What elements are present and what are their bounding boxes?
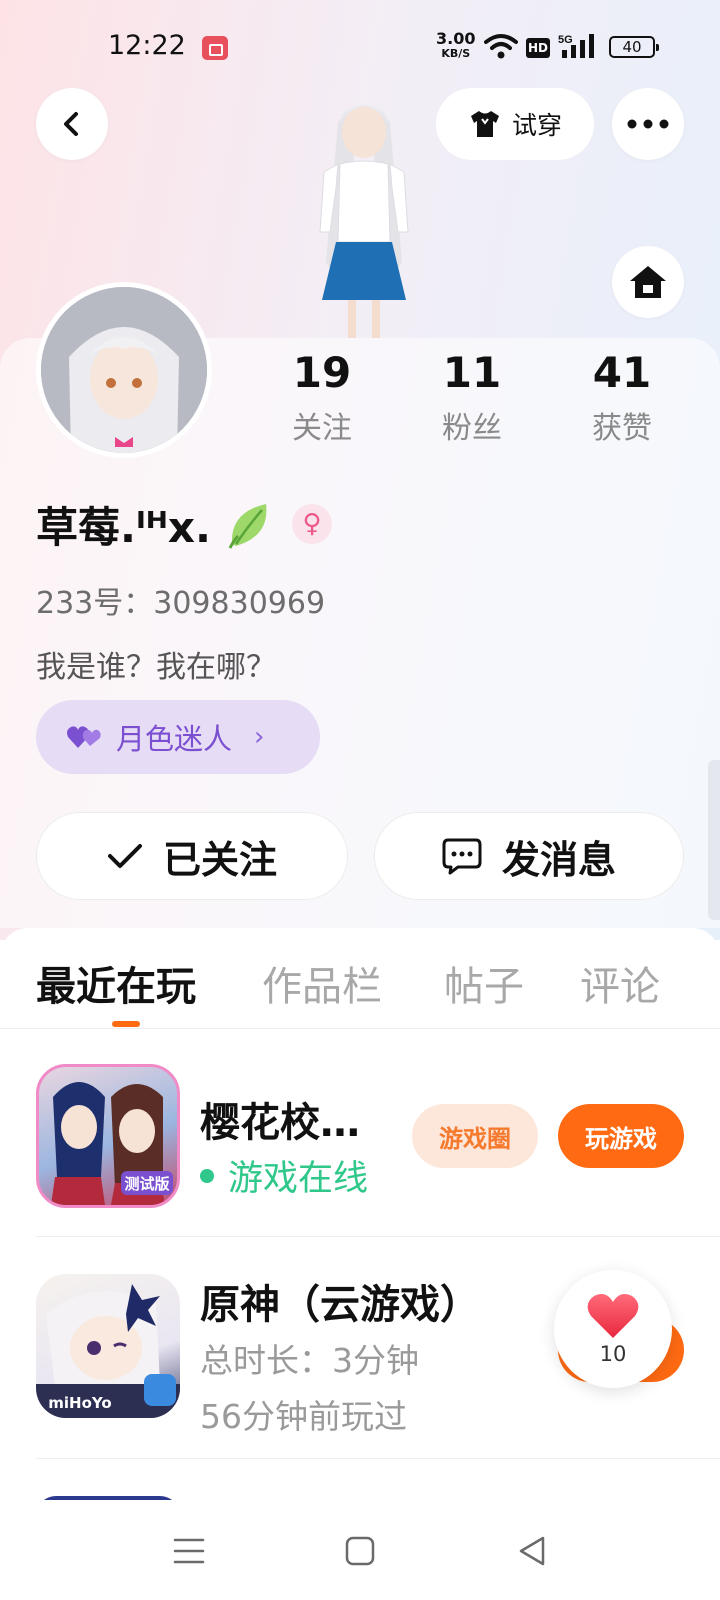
row-divider — [36, 1236, 720, 1237]
network-type: 5G — [558, 34, 573, 46]
system-nav-bar — [0, 1500, 720, 1600]
tag-label: 月色迷人 — [116, 722, 233, 756]
tab-recent-playing[interactable]: 最近在玩 — [36, 954, 196, 1012]
game-title-sakura[interactable]: 樱花校… — [200, 1090, 360, 1148]
game-icon-genshin[interactable]: miHoYo — [36, 1274, 180, 1418]
row-divider — [36, 1458, 720, 1459]
square-icon — [345, 1536, 375, 1566]
more-icon — [627, 119, 669, 129]
game-icon-sakura[interactable]: 测试版 — [36, 1064, 180, 1208]
chevron-right-icon: › — [254, 722, 265, 752]
follow-button[interactable]: 已关注 — [36, 812, 348, 900]
tag-pill[interactable]: 月色迷人 › — [36, 700, 320, 774]
like-count: 10 — [599, 1342, 627, 1366]
game-last-played-genshin: 56分钟前玩过 — [200, 1397, 407, 1436]
stat-likes[interactable]: 41 获赞 — [562, 348, 682, 447]
tryon-button[interactable]: 试穿 — [436, 88, 594, 160]
user-id: 233号：309830969 — [36, 586, 326, 621]
game-icon-genshin-badge: miHoYo — [48, 1394, 111, 1412]
game-icon-genshin-art: miHoYo — [36, 1284, 180, 1418]
leaf-icon — [228, 504, 267, 549]
home-icon — [630, 266, 666, 298]
tab-posts[interactable]: 帖子 — [444, 954, 524, 1012]
menu-nav-button[interactable] — [164, 1526, 214, 1576]
tryon-label: 试穿 — [511, 111, 562, 140]
stat-likes-value: 41 — [592, 348, 652, 397]
avatar-image — [41, 287, 207, 453]
female-icon: ♀ — [292, 504, 332, 544]
avatar[interactable] — [36, 282, 212, 458]
game-duration-genshin: 总时长：3分钟 — [200, 1341, 419, 1380]
home-nav-button[interactable] — [335, 1526, 385, 1576]
tab-indicator — [112, 1021, 140, 1027]
stat-following-label: 关注 — [292, 411, 352, 446]
stat-followers-value: 11 — [442, 348, 502, 397]
wifi-icon — [484, 34, 518, 59]
bio: 我是谁？我在哪？ — [36, 650, 276, 685]
network-speed-unit: KB/S — [441, 47, 471, 60]
menu-icon — [173, 1538, 205, 1564]
tab-comments[interactable]: 评论 — [580, 954, 660, 1012]
game-title-genshin[interactable]: 原神（云游戏） — [200, 1272, 480, 1330]
play-game-label: 玩游戏 — [585, 1124, 657, 1153]
like-button[interactable]: 10 — [554, 1270, 672, 1388]
back-nav-button[interactable] — [507, 1526, 557, 1576]
status-time: 12:22 — [108, 30, 186, 61]
home-button[interactable] — [612, 246, 684, 318]
message-label: 发消息 — [501, 837, 616, 882]
game-status-sakura: 游戏在线 — [200, 1150, 368, 1201]
status-bar: 12:22 3.00 KB/S HD 5G 40 — [0, 0, 720, 92]
stat-likes-label: 获赞 — [592, 411, 652, 446]
triangle-back-icon — [519, 1536, 545, 1566]
hearts-icon — [67, 726, 101, 748]
character-figure[interactable] — [278, 92, 450, 338]
stat-followers-label: 粉丝 — [442, 411, 502, 446]
signal-icon: 5G — [558, 34, 594, 58]
tshirt-icon — [470, 111, 499, 137]
chat-icon — [442, 838, 482, 875]
nickname: 草莓.ᴵᴴx. — [36, 503, 211, 552]
game-icon-sakura-art: 测试版 — [51, 1082, 173, 1205]
network-speed: 3.00 KB/S — [436, 31, 475, 61]
stat-followers[interactable]: 11 粉丝 — [412, 348, 532, 447]
hd-icon: HD — [526, 38, 550, 58]
game-icon-sakura-badge: 测试版 — [124, 1175, 169, 1193]
heart-icon — [587, 1294, 639, 1338]
tab-works[interactable]: 作品栏 — [262, 954, 382, 1012]
chevron-left-icon — [64, 112, 78, 136]
message-button[interactable]: 发消息 — [374, 812, 684, 900]
edge-handle[interactable] — [708, 760, 720, 920]
more-button[interactable] — [612, 88, 684, 160]
game-status-label: 游戏在线 — [228, 1159, 369, 1199]
follow-label: 已关注 — [162, 837, 277, 882]
back-button[interactable] — [36, 88, 108, 160]
battery-icon: 40 — [609, 36, 659, 58]
online-dot — [200, 1168, 214, 1183]
game-circle-label: 游戏圈 — [439, 1124, 511, 1153]
stat-following[interactable]: 19 关注 — [262, 348, 382, 447]
screen-record-icon — [202, 36, 228, 60]
tab-divider — [0, 1028, 720, 1029]
stat-following-value: 19 — [292, 348, 352, 397]
play-game-button[interactable]: 玩游戏 — [558, 1104, 684, 1168]
check-icon — [107, 844, 142, 868]
game-circle-button[interactable]: 游戏圈 — [412, 1104, 538, 1168]
